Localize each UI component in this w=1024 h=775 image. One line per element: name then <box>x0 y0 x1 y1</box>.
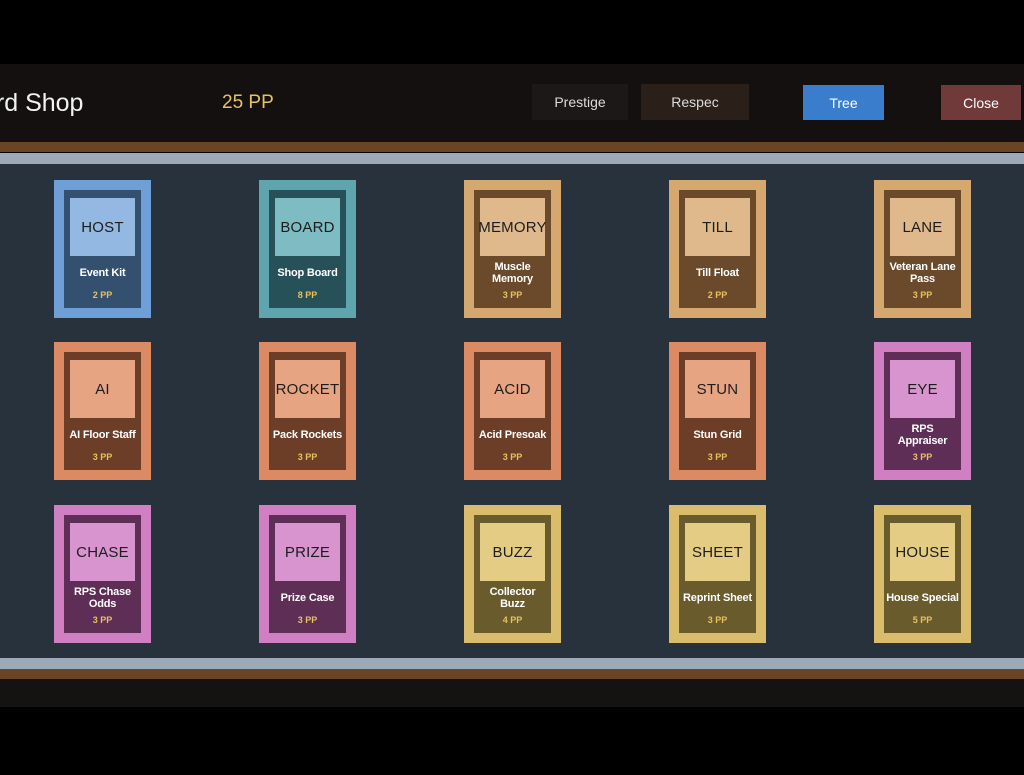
card-name: Pack Rockets <box>272 429 343 441</box>
close-button[interactable]: Close <box>941 85 1021 120</box>
card-name: Shop Board <box>277 267 338 279</box>
card-body: SHEET Reprint Sheet 3 PP <box>679 515 756 633</box>
card-name: Till Float <box>695 267 740 279</box>
footer-border <box>0 669 1024 679</box>
shop-card-ai[interactable]: AI AI Floor Staff 3 PP <box>54 342 151 480</box>
shop-card-stun[interactable]: STUN Stun Grid 3 PP <box>669 342 766 480</box>
card-name: Acid Presoak <box>478 429 547 441</box>
panel-bottom-rail <box>0 658 1024 669</box>
card-cost: 4 PP <box>502 615 523 625</box>
card-body: TILL Till Float 2 PP <box>679 190 756 308</box>
card-body: STUN Stun Grid 3 PP <box>679 352 756 470</box>
card-name: RPS Appraiser <box>897 423 948 447</box>
card-tag: AI <box>70 360 135 418</box>
card-tag: EYE <box>890 360 955 418</box>
card-cost: 3 PP <box>707 452 728 462</box>
card-name: House Special <box>886 592 959 604</box>
card-tag: STUN <box>685 360 750 418</box>
shop-card-till[interactable]: TILL Till Float 2 PP <box>669 180 766 318</box>
footer-bar <box>0 679 1024 707</box>
card-tag: CHASE <box>70 523 135 581</box>
card-name: Collector Buzz <box>489 586 536 610</box>
card-name: Stun Grid <box>693 429 742 441</box>
card-cost: 5 PP <box>912 615 933 625</box>
shop-card-host[interactable]: HOST Event Kit 2 PP <box>54 180 151 318</box>
shop-card-house[interactable]: HOUSE House Special 5 PP <box>874 505 971 643</box>
card-name: Prize Case <box>280 592 335 604</box>
shop-card-rocket[interactable]: ROCKET Pack Rockets 3 PP <box>259 342 356 480</box>
shop-card-chase[interactable]: CHASE RPS Chase Odds 3 PP <box>54 505 151 643</box>
card-cost: 8 PP <box>297 290 318 300</box>
prestige-points-counter: 25 PP <box>222 92 274 113</box>
card-cost: 3 PP <box>502 452 523 462</box>
card-body: ACID Acid Presoak 3 PP <box>474 352 551 470</box>
card-tag: HOST <box>70 198 135 256</box>
shop-card-memory[interactable]: MEMORY Muscle Memory 3 PP <box>464 180 561 318</box>
shop-card-eye[interactable]: EYE RPS Appraiser 3 PP <box>874 342 971 480</box>
card-cost: 3 PP <box>707 615 728 625</box>
card-tag: ROCKET <box>275 360 340 418</box>
card-cost: 3 PP <box>502 290 523 300</box>
card-cost: 3 PP <box>297 452 318 462</box>
shop-card-lane[interactable]: LANE Veteran Lane Pass 3 PP <box>874 180 971 318</box>
prestige-button[interactable]: Prestige <box>532 84 628 120</box>
respec-button[interactable]: Respec <box>641 84 749 120</box>
card-name: Reprint Sheet <box>683 592 752 604</box>
card-tag: SHEET <box>685 523 750 581</box>
card-cost: 3 PP <box>297 615 318 625</box>
card-tag: MEMORY <box>478 198 547 256</box>
panel-top-rail <box>0 153 1024 164</box>
shop-card-prize[interactable]: PRIZE Prize Case 3 PP <box>259 505 356 643</box>
card-cost: 3 PP <box>912 290 933 300</box>
card-body: LANE Veteran Lane Pass 3 PP <box>884 190 961 308</box>
shop-card-sheet[interactable]: SHEET Reprint Sheet 3 PP <box>669 505 766 643</box>
card-name: AI Floor Staff <box>69 429 136 441</box>
card-name: Muscle Memory <box>492 261 533 285</box>
header-border <box>0 142 1024 152</box>
card-name: Veteran Lane Pass <box>889 261 956 285</box>
card-body: ROCKET Pack Rockets 3 PP <box>269 352 346 470</box>
card-body: EYE RPS Appraiser 3 PP <box>884 352 961 470</box>
card-body: HOUSE House Special 5 PP <box>884 515 961 633</box>
card-body: BUZZ Collector Buzz 4 PP <box>474 515 551 633</box>
card-cost: 3 PP <box>912 452 933 462</box>
card-body: HOST Event Kit 2 PP <box>64 190 141 308</box>
card-body: PRIZE Prize Case 3 PP <box>269 515 346 633</box>
card-name: Event Kit <box>79 267 126 279</box>
shop-card-acid[interactable]: ACID Acid Presoak 3 PP <box>464 342 561 480</box>
tree-button[interactable]: Tree <box>803 85 884 120</box>
card-cost: 2 PP <box>707 290 728 300</box>
card-tag: PRIZE <box>275 523 340 581</box>
card-tag: TILL <box>685 198 750 256</box>
card-body: BOARD Shop Board 8 PP <box>269 190 346 308</box>
shop-card-board[interactable]: BOARD Shop Board 8 PP <box>259 180 356 318</box>
card-cost: 3 PP <box>92 615 113 625</box>
card-body: CHASE RPS Chase Odds 3 PP <box>64 515 141 633</box>
card-tag: ACID <box>480 360 545 418</box>
card-name: RPS Chase Odds <box>74 586 131 610</box>
card-tag: HOUSE <box>890 523 955 581</box>
shop-title: ard Shop <box>0 89 84 117</box>
card-tag: LANE <box>890 198 955 256</box>
card-cost: 2 PP <box>92 290 113 300</box>
shop-card-buzz[interactable]: BUZZ Collector Buzz 4 PP <box>464 505 561 643</box>
card-tag: BUZZ <box>480 523 545 581</box>
card-body: MEMORY Muscle Memory 3 PP <box>474 190 551 308</box>
card-body: AI AI Floor Staff 3 PP <box>64 352 141 470</box>
card-cost: 3 PP <box>92 452 113 462</box>
card-tag: BOARD <box>275 198 340 256</box>
